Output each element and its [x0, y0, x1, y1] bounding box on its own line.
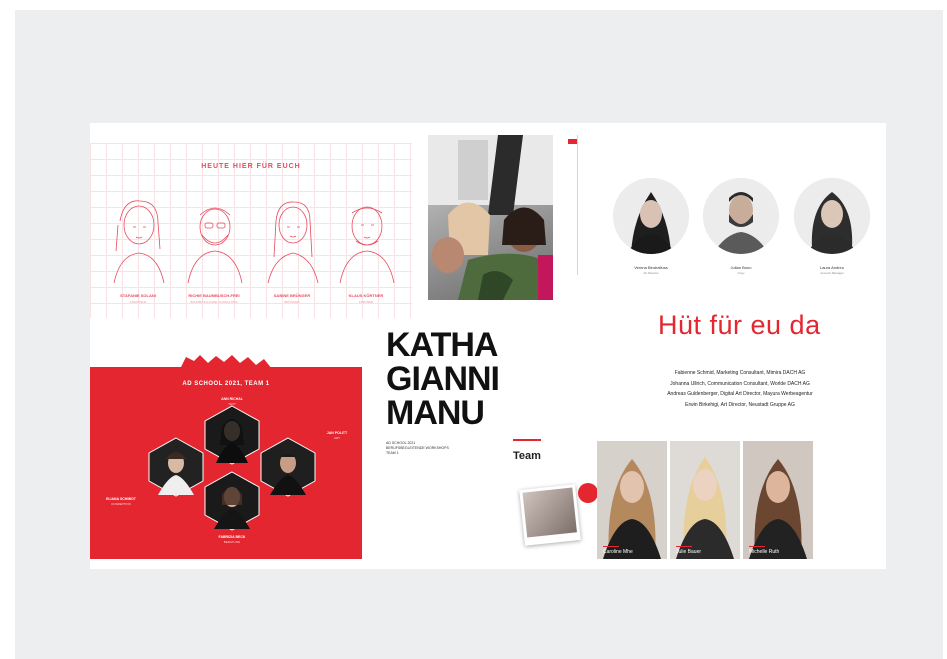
names-caption: AD SCHOOL 2021 BERUFSBEGLEITENDE WORKSHO…: [386, 441, 486, 456]
name-accent-line: [749, 546, 765, 547]
red-panel-title: AD SCHOOL 2021, TEAM 1: [182, 381, 270, 387]
hex-role-2: ART: [334, 436, 340, 440]
hexagon-portrait-icon: [204, 405, 260, 465]
hex-role-3: KONZEPTION: [111, 502, 131, 506]
team-name-3: Michelle Ruth: [749, 549, 780, 555]
hex-member-2: [146, 437, 206, 497]
credit-line: Andreas Guldenberger, Digital Art Direct…: [667, 391, 813, 397]
team-portrait-1: Caroline Mhe: [597, 441, 667, 559]
headshot-role-1: Art Director: [643, 271, 659, 275]
moodboard: HEUTE HIER FÜR EUCH STAFANIE SOLANI ASSI…: [90, 123, 886, 569]
team-name-1: Caroline Mhe: [603, 549, 633, 555]
credit-line: Fabienne Schmid, Marketing Consultant, M…: [674, 370, 806, 376]
headshot-name-3: Laura Andreu: [819, 265, 845, 270]
red-team-panel: AD SCHOOL 2021, TEAM 1 ANN RICHAL TEXT J…: [90, 367, 362, 559]
person-icon: [794, 178, 870, 254]
red-dot: [578, 483, 598, 503]
sketch-name-3: SABINE BRÜNGER: [273, 293, 311, 298]
name-accent-line: [603, 546, 619, 547]
person-icon: [613, 178, 689, 254]
polaroid-image-icon: [522, 487, 577, 538]
team-name-2: Julie Bauer: [676, 549, 702, 555]
credits-list: Fabienne Schmid, Marketing Consultant, M…: [610, 368, 870, 410]
selfie-photo: [428, 135, 553, 300]
hex-label-2: JAN POLITT: [326, 431, 348, 435]
sketch-role-4: KÖRTNER: [358, 300, 374, 304]
person-icon: [670, 441, 740, 559]
headline-red: Hüt für eu da: [658, 310, 821, 340]
selfie-image-icon: [428, 135, 553, 300]
sketch-name-2: RICHIE BAUMBUSCH-FREI: [188, 293, 240, 298]
hex-member-4: [202, 471, 262, 531]
sketch-name-1: STAFANIE SOLANI: [120, 293, 156, 298]
headshot-3: [794, 178, 870, 254]
sketch-panel: HEUTE HIER FÜR EUCH STAFANIE SOLANI ASSI…: [90, 143, 412, 318]
sketch-portrait-3: [260, 191, 326, 284]
sketch-role-2: BAUMBUSCH-FREI CONSULTING: [190, 300, 238, 304]
headshot-name-2: Julian Bono: [730, 265, 752, 270]
hexagon-portrait-icon: [204, 471, 260, 531]
sketch-portrait-1: [106, 191, 172, 284]
credit-line: Erwin Birkehigi, Art Director, Neustadt …: [685, 401, 795, 408]
headshot-role-2: Copy: [737, 271, 745, 275]
credit-line: Johanna Ullrich, Communication Consultan…: [670, 380, 810, 387]
hex-role-1: TEXT: [228, 402, 236, 406]
hex-role-4: BERATUNG: [223, 540, 241, 544]
divider-strip: [572, 135, 578, 275]
sketch-face-icon: [267, 201, 319, 284]
hex-label-3: ELIANA SCHMIDT: [106, 497, 136, 501]
sketch-title: HEUTE HIER FÜR EUCH: [201, 163, 301, 170]
name-accent-line: [676, 546, 692, 547]
person-icon: [703, 178, 779, 254]
person-icon: [743, 441, 813, 559]
headshot-1: [613, 178, 689, 254]
headshot-name-1: Verena Bindrafluss: [634, 265, 668, 270]
team-portrait-3: Michelle Ruth: [743, 441, 813, 559]
hexagon-portrait-icon: [260, 437, 316, 497]
caption-line: TEAM 1: [386, 451, 399, 455]
hexagon-portrait-icon: [148, 437, 204, 497]
team-accent-line: [513, 439, 541, 441]
sketch-portrait-4: [334, 191, 400, 284]
sketch-portrait-2: [182, 191, 248, 284]
name-line: KATHA: [386, 326, 498, 364]
sketch-face-icon: [339, 206, 395, 284]
team-portrait-2: Julie Bauer: [670, 441, 740, 559]
sketch-role-1: ASSISTENZ: [129, 300, 147, 304]
headshot-2: [703, 178, 779, 254]
names-headline: KATHA GIANNI MANU: [386, 326, 500, 432]
sketch-name-4: KLAUS KÖRTNER: [348, 293, 384, 298]
hex-member-3: [258, 437, 318, 497]
headshot-role-3: Account Manager: [820, 271, 844, 275]
sketch-face-icon: [187, 207, 243, 284]
hex-member-1: [202, 405, 262, 465]
person-icon: [597, 441, 667, 559]
name-line: GIANNI: [386, 360, 500, 398]
polaroid-photo: [519, 484, 581, 546]
hex-label-1: ANN RICHAL: [221, 397, 243, 401]
sketch-role-3: BRÜNGER: [284, 300, 300, 304]
hex-label-4: FABRIZIA BECK: [218, 535, 246, 539]
sketch-face-icon: [113, 200, 165, 284]
name-line: MANU: [386, 394, 485, 432]
team-heading: Team: [513, 450, 541, 462]
